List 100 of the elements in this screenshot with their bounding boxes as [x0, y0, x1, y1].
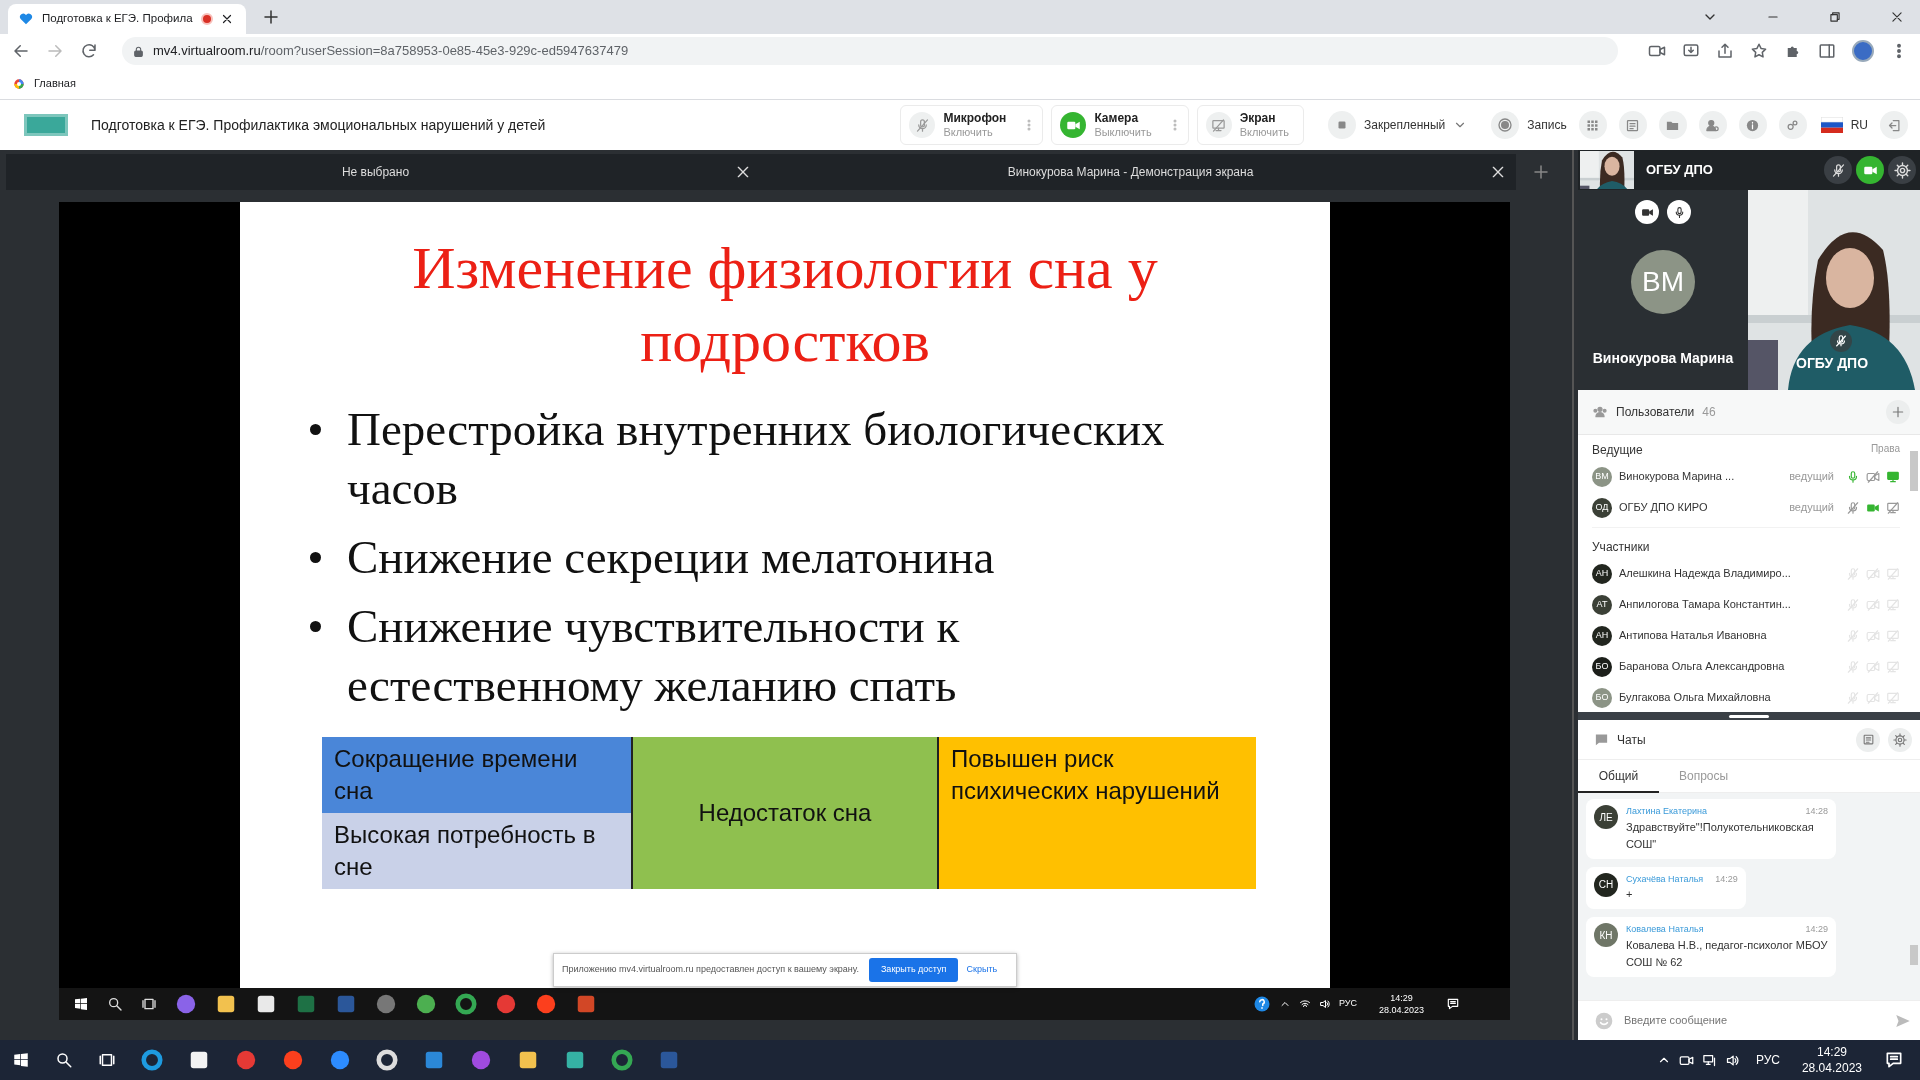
message-author: Ковалева Наталья [1626, 923, 1704, 936]
popout-button[interactable] [1856, 727, 1880, 752]
avatar: ЛЕ [1594, 805, 1618, 829]
windows-start-icon[interactable] [73, 996, 89, 1012]
close-icon[interactable] [1490, 164, 1506, 180]
notifications-icon[interactable] [1446, 997, 1460, 1011]
language-indicator[interactable]: РУС [1338, 997, 1357, 1011]
reload-icon[interactable] [80, 42, 98, 60]
screen-toggle[interactable]: Экран Включить [1196, 105, 1304, 145]
back-icon[interactable] [12, 42, 30, 60]
close-icon[interactable] [1890, 10, 1904, 24]
mic-toggle[interactable]: Микрофон Включить [900, 105, 1044, 145]
bookmark-icon [12, 76, 26, 91]
participant-name: Винокурова Марина [1591, 349, 1735, 368]
resize-handle[interactable] [1729, 714, 1769, 718]
app-icon[interactable] [455, 993, 477, 1015]
control-action: Выключить [1094, 125, 1152, 139]
message-input[interactable]: Введите сообщение [1622, 1011, 1894, 1030]
table-cell: Повышен риск психических нарушений [939, 737, 1256, 889]
add-tab-icon[interactable] [1532, 163, 1550, 181]
stop-sharing-button[interactable]: Закрыть доступ [868, 958, 959, 982]
profile-avatar[interactable] [1852, 40, 1874, 62]
user-row[interactable]: ОД ОГБУ ДПО КИРО ведущий [1592, 492, 1900, 523]
search-icon[interactable] [55, 1051, 73, 1069]
avatar: КН [1594, 923, 1618, 947]
app-logo [24, 114, 68, 136]
close-icon[interactable] [735, 164, 751, 180]
app-icon[interactable] [415, 993, 437, 1015]
bookmark-star-icon[interactable] [1750, 42, 1768, 60]
search-icon[interactable] [107, 996, 123, 1012]
screen-tab[interactable]: Винокурова Марина - Демонстрация экрана [761, 154, 1516, 190]
app-icon[interactable] [255, 993, 277, 1015]
message-time: 14:28 [1805, 805, 1828, 818]
app-icon[interactable] [564, 1049, 586, 1071]
user-row[interactable]: ВМ Винокурова Марина ... ведущий [1592, 461, 1900, 492]
users-button[interactable] [1698, 111, 1727, 139]
hide-link[interactable]: Скрыть [966, 963, 998, 977]
volume-icon[interactable] [1318, 998, 1331, 1010]
close-icon[interactable] [220, 13, 233, 25]
microphone-icon[interactable] [1846, 469, 1860, 484]
browser-tab[interactable]: Подготовка к ЕГЭ. Профила [8, 4, 246, 34]
files-button[interactable] [1658, 111, 1687, 139]
avatar: АТ [1592, 594, 1612, 615]
bullet-text: Снижение секреции мелатонина [347, 530, 995, 585]
table-cell: Высокая потребность в сне [322, 813, 633, 889]
recording-icon [200, 13, 213, 25]
camera-button[interactable] [1635, 200, 1659, 224]
person-icon [1705, 117, 1721, 133]
chat-title: Чаты [1617, 731, 1646, 749]
camera-off-icon[interactable] [1866, 469, 1880, 484]
address-bar[interactable]: mv4.virtualroom.ru/room?userSession=8a758953-0e85-45e3-929c-ed5947637479 [122, 37, 1618, 65]
language-indicator[interactable]: РУС [1755, 1051, 1780, 1069]
task-view-icon[interactable] [141, 996, 157, 1012]
record-button[interactable]: Запись [1491, 111, 1567, 139]
camera-toggle[interactable]: Камера Выключить [1051, 105, 1189, 145]
notifications-icon[interactable] [1884, 1050, 1904, 1070]
apps-button[interactable] [1578, 111, 1607, 139]
network-icon[interactable] [1701, 1052, 1717, 1068]
app-icon[interactable] [517, 1049, 539, 1071]
app-icon[interactable] [215, 993, 237, 1015]
message-time: 14:29 [1805, 923, 1828, 936]
popout-icon [1861, 733, 1875, 746]
settings-button[interactable] [1888, 156, 1916, 184]
message-text: Ковалева Н.В., педагог-психолог МБОУ СОШ № 62 [1626, 937, 1828, 970]
screen-off-icon[interactable] [1886, 500, 1900, 515]
bullet-dot [310, 424, 321, 435]
help-icon[interactable] [1252, 995, 1271, 1013]
bookmark-link[interactable]: Главная [34, 75, 76, 92]
camera-button[interactable] [1856, 156, 1884, 184]
app-icon[interactable] [188, 1049, 210, 1071]
wifi-icon[interactable] [1298, 998, 1311, 1010]
user-role: ведущий [1789, 469, 1834, 485]
new-tab-icon[interactable] [262, 8, 280, 26]
avatar: АН [1592, 625, 1612, 646]
exit-button[interactable] [1880, 111, 1908, 139]
task-view-icon[interactable] [98, 1051, 116, 1069]
sidebar-icon[interactable] [1818, 42, 1836, 60]
section-heading: Участники [1592, 540, 1650, 554]
microphone-button[interactable] [1824, 156, 1852, 184]
screen-icon[interactable] [1886, 469, 1900, 484]
control-label: Микрофон [943, 111, 1007, 125]
restore-icon[interactable] [1828, 10, 1842, 24]
control-label: Камера [1094, 111, 1140, 125]
avatar: БО [1592, 687, 1612, 708]
user-name: Винокурова Марина ... [1619, 469, 1736, 485]
avatar: СН [1594, 872, 1618, 897]
language-label[interactable]: RU [1850, 116, 1868, 134]
notes-button[interactable] [1618, 111, 1647, 139]
microphone-button[interactable] [1667, 200, 1691, 224]
message-author: Сухачёва Наталья [1626, 872, 1704, 886]
info-button[interactable] [1738, 111, 1767, 139]
share-icon[interactable] [1716, 42, 1734, 60]
flag-icon[interactable] [1820, 117, 1843, 133]
layout-dropdown[interactable]: Закрепленный [1328, 111, 1468, 139]
avatar: ВМ [1592, 466, 1612, 487]
screen-tab[interactable]: Не выбрано [6, 154, 761, 190]
message-text: + [1626, 887, 1634, 902]
windows-start-icon[interactable] [12, 1051, 30, 1069]
microphone-off-icon[interactable] [1846, 500, 1860, 515]
users-count: 46 [1702, 404, 1716, 421]
